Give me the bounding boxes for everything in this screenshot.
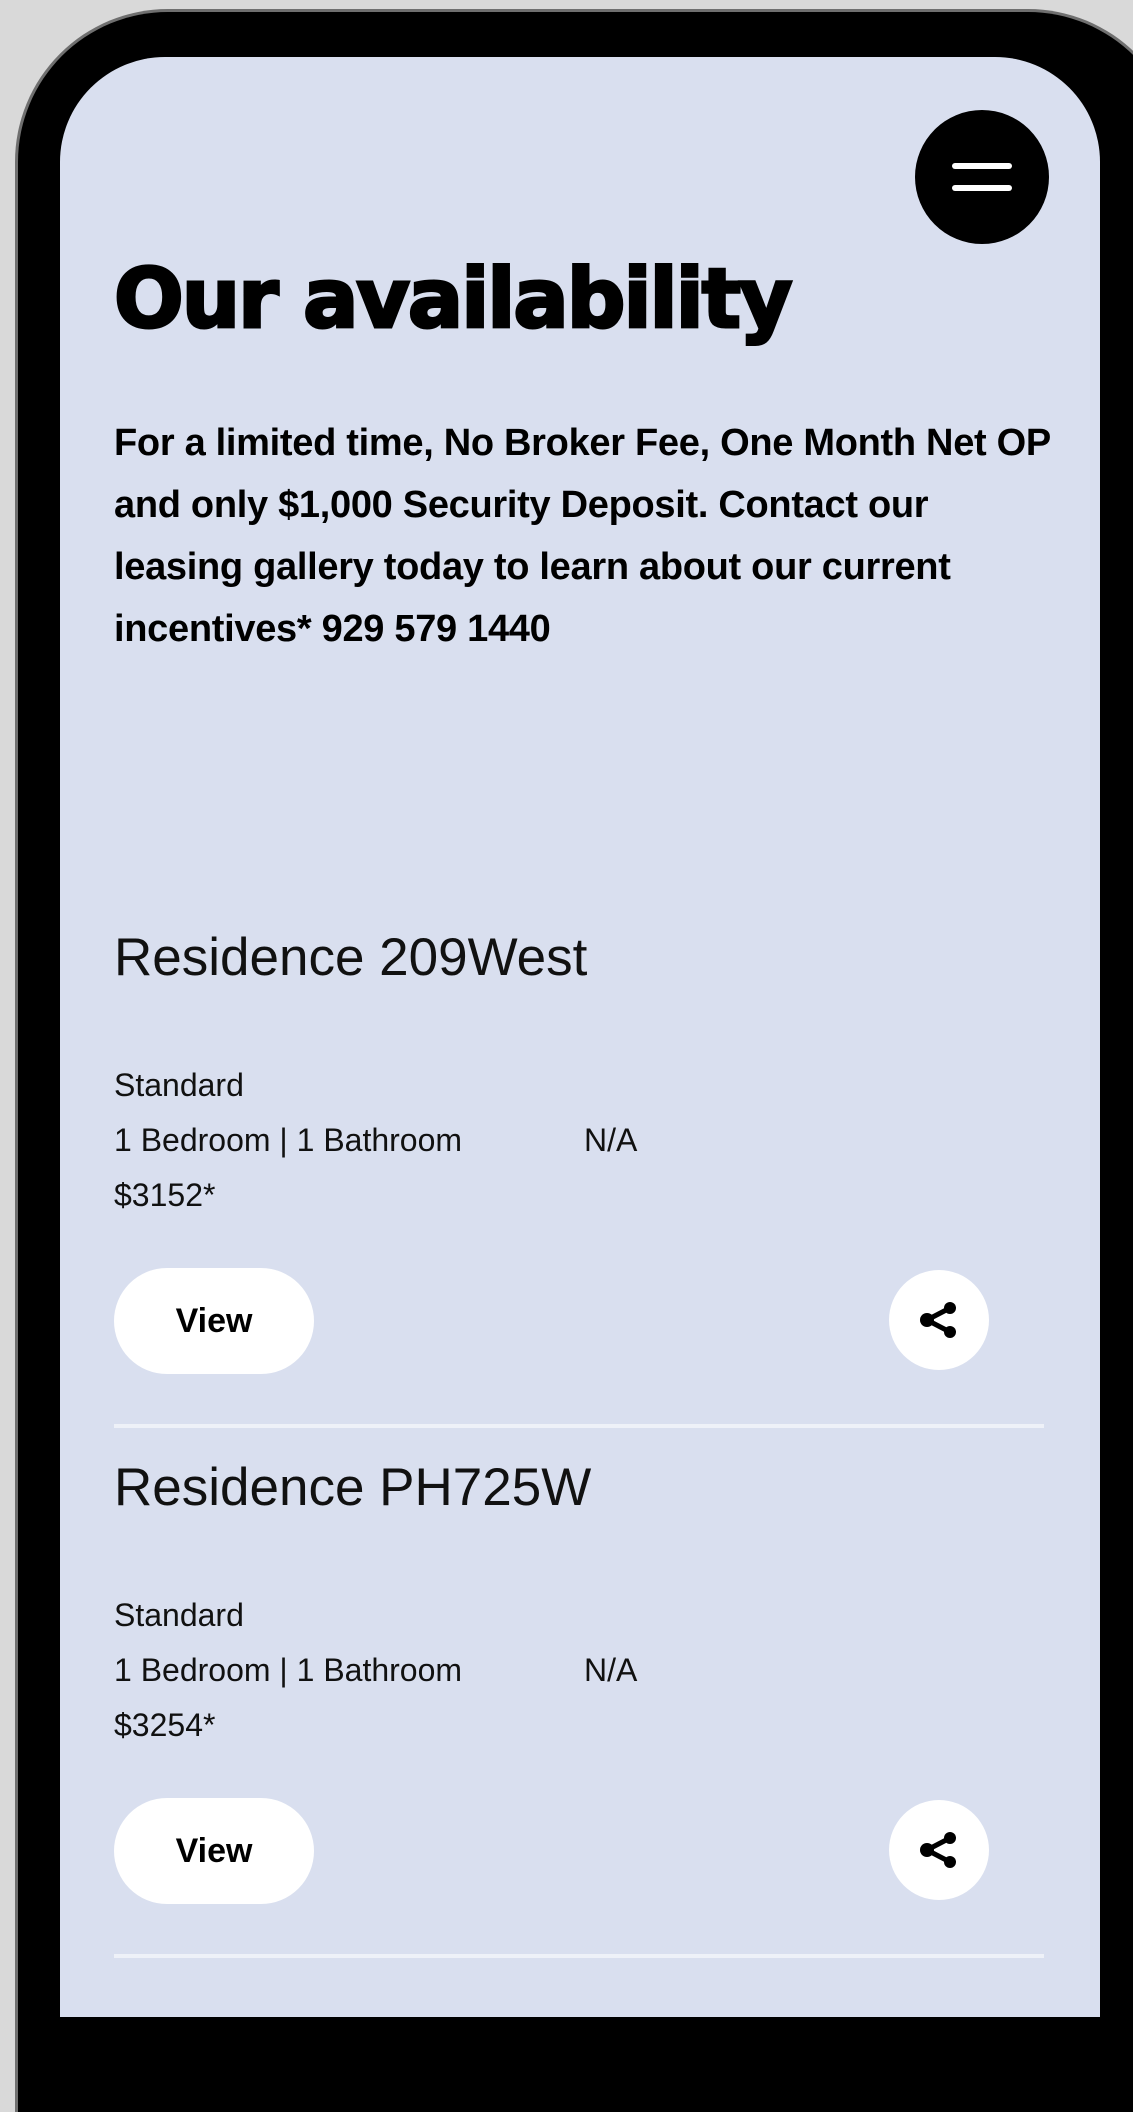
residence-name: Residence PH725W xyxy=(114,1458,592,1517)
share-icon xyxy=(920,1832,956,1868)
residence-name: Residence 209West xyxy=(114,928,588,987)
menu-button[interactable] xyxy=(915,110,1049,244)
residence-type: Standard xyxy=(114,1067,244,1103)
residence-rooms: 1 Bedroom | 1 Bathroom xyxy=(114,1122,463,1158)
view-button[interactable]: View xyxy=(114,1798,314,1904)
page-title: Our availability xyxy=(112,251,793,349)
residence-rooms: 1 Bedroom | 1 Bathroom xyxy=(114,1652,463,1688)
residence-card: Residence PH725W Standard 1 Bedroom | 1 … xyxy=(114,1457,1044,1958)
residence-status: N/A xyxy=(584,1122,638,1158)
share-button[interactable] xyxy=(889,1800,989,1900)
divider xyxy=(114,1424,1044,1428)
screen: Our availability For a limited time, No … xyxy=(60,57,1100,2017)
hamburger-menu-icon xyxy=(952,163,1012,169)
residence-price: $3254* xyxy=(114,1707,216,1743)
divider xyxy=(114,1954,1044,1958)
residence-card: Residence 209West Standard 1 Bedroom | 1… xyxy=(114,927,1044,1428)
promo-text: For a limited time, No Broker Fee, One M… xyxy=(114,422,1051,650)
hamburger-menu-icon-bar xyxy=(952,185,1012,191)
share-button[interactable] xyxy=(889,1270,989,1370)
share-icon xyxy=(920,1302,956,1338)
residence-type: Standard xyxy=(114,1597,244,1633)
view-button[interactable]: View xyxy=(114,1268,314,1374)
residence-status: N/A xyxy=(584,1652,638,1688)
residence-price: $3152* xyxy=(114,1177,216,1213)
